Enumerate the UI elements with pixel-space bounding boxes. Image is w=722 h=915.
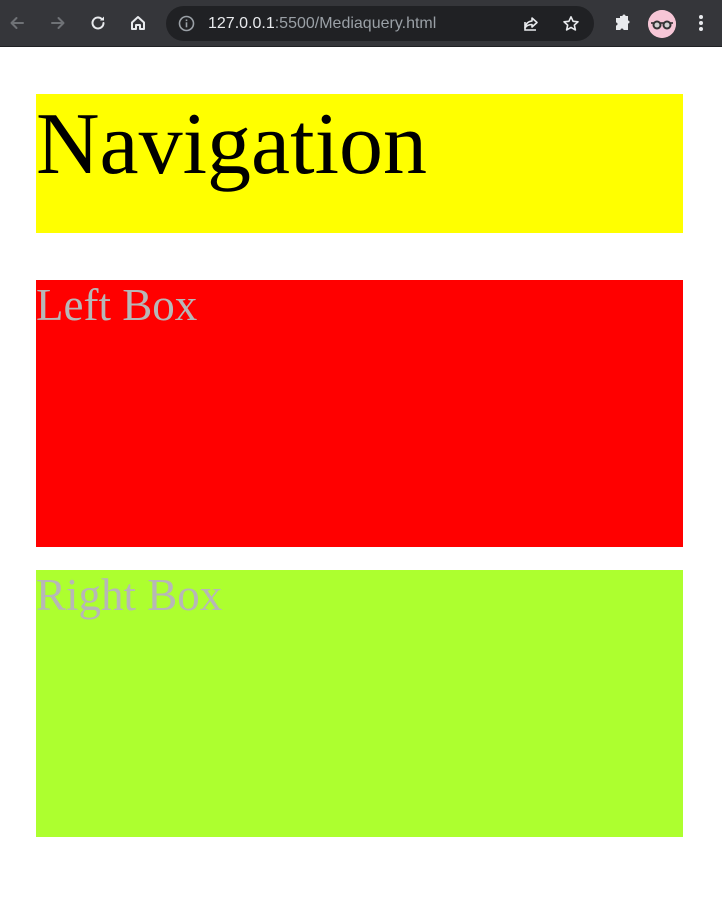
navigation-box: Navigation	[36, 94, 683, 233]
navigation-title: Navigation	[36, 96, 428, 193]
extensions-puzzle-icon[interactable]	[609, 10, 635, 36]
url-text[interactable]: 127.0.0.1:5500/Mediaquery.html	[208, 6, 436, 41]
url-path: :5500/Mediaquery.html	[274, 15, 437, 32]
profile-avatar-icon[interactable]	[648, 10, 676, 38]
forward-arrow-icon[interactable]	[45, 10, 71, 36]
share-icon[interactable]	[520, 13, 542, 35]
address-bar[interactable]: 127.0.0.1:5500/Mediaquery.html	[166, 6, 594, 41]
home-icon[interactable]	[125, 10, 151, 36]
back-arrow-icon[interactable]	[4, 10, 30, 36]
right-box-label: Right Box	[36, 570, 223, 620]
menu-dots-icon[interactable]	[688, 10, 714, 36]
page-content: Navigation Left Box Right Box	[0, 47, 722, 915]
left-box-label: Left Box	[36, 280, 198, 330]
site-info-icon[interactable]	[178, 15, 195, 32]
reload-icon[interactable]	[85, 10, 111, 36]
right-box: Right Box	[36, 570, 683, 837]
browser-toolbar: 127.0.0.1:5500/Mediaquery.html	[0, 0, 722, 47]
left-box: Left Box	[36, 280, 683, 547]
bookmark-star-icon[interactable]	[560, 13, 582, 35]
url-host: 127.0.0.1	[208, 15, 275, 32]
